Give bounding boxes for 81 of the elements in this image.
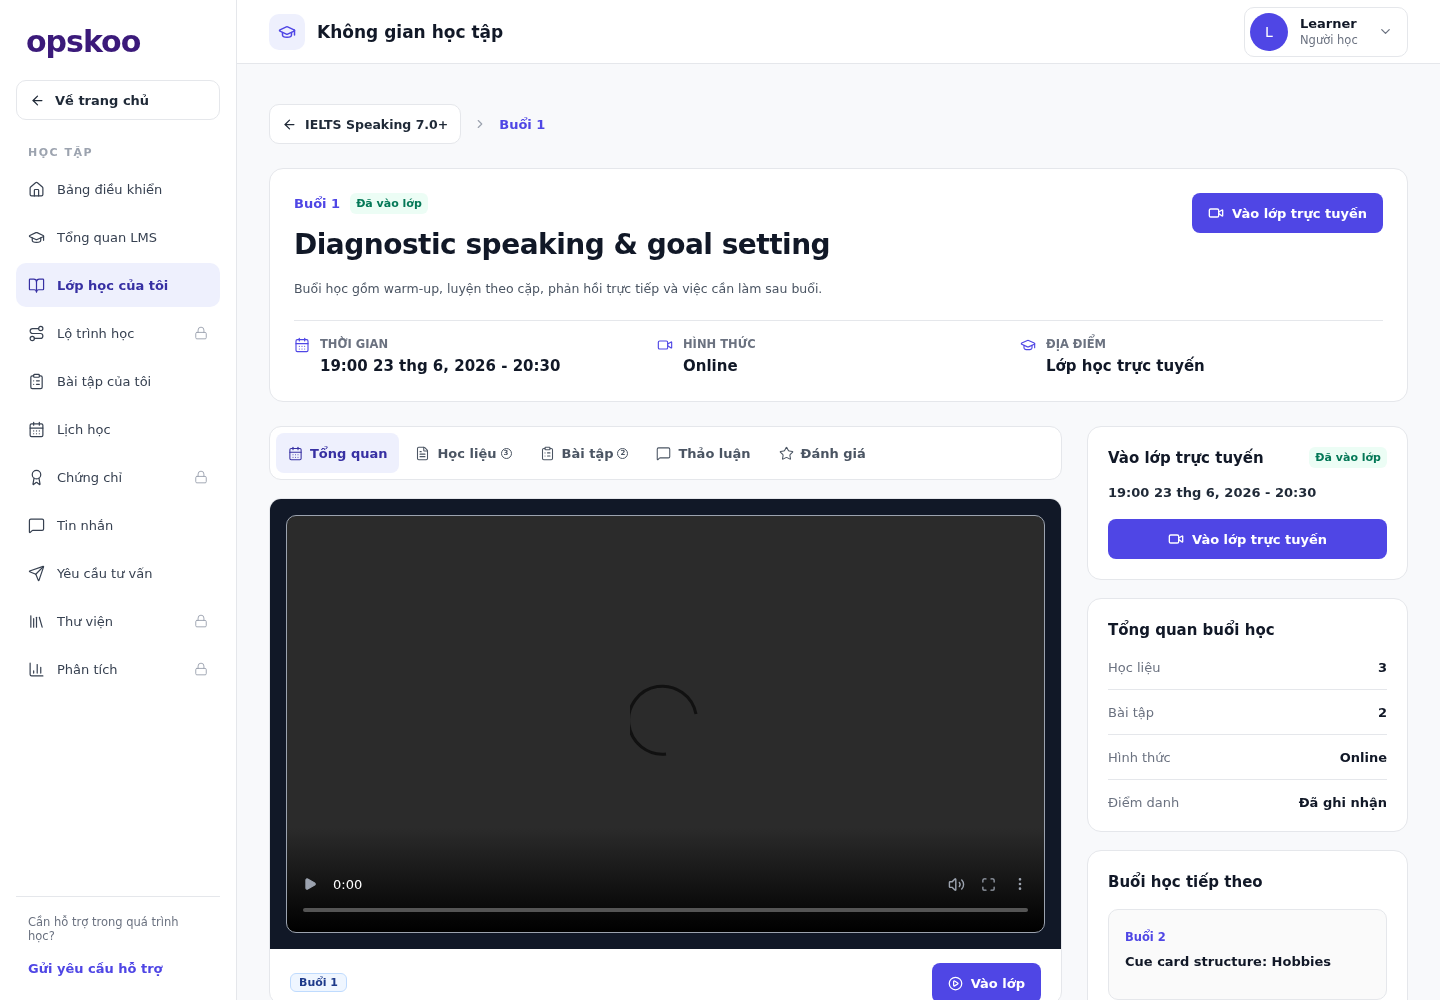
next-session-item[interactable]: Buổi 2 Cue card structure: Hobbies xyxy=(1108,909,1387,1000)
card-title: Buổi học tiếp theo xyxy=(1108,873,1264,891)
join-online-button[interactable]: Vào lớp trực tuyến xyxy=(1108,519,1387,559)
support-link[interactable]: Gửi yêu cầu hỗ trợ xyxy=(28,961,208,976)
meta-value: Online xyxy=(683,357,739,375)
video-time: 0:00 xyxy=(333,876,364,892)
bar-chart-icon xyxy=(28,660,45,678)
avatar: L xyxy=(1250,12,1288,51)
tab[interactable]: Tổng quan xyxy=(276,433,400,473)
row-value: 3 xyxy=(1377,659,1387,675)
section-title: HỌC TẬP xyxy=(28,146,95,159)
sidebar-item[interactable]: Thư viện xyxy=(16,599,220,643)
sidebar-item[interactable]: Bảng điều khiển xyxy=(16,167,220,211)
sidebar-item[interactable]: Chứng chỉ xyxy=(16,455,220,499)
row-label: Bài tập xyxy=(1108,704,1154,720)
video-icon xyxy=(657,337,673,353)
tab[interactable]: Thảo luận xyxy=(644,433,763,473)
document-icon xyxy=(415,445,431,461)
user-role: Người học xyxy=(1300,33,1358,47)
session-description: Buổi học gồm warm-up, luyện theo cặp, phản hồi trực tiếp và việc cần làm sau buổi. xyxy=(294,281,824,296)
home-icon xyxy=(28,180,45,198)
breadcrumb-current: Buổi 1 xyxy=(499,116,546,132)
page-title: Không gian học tập xyxy=(317,21,505,42)
status-badge: Đã vào lớp xyxy=(1309,447,1387,468)
play-circle-icon xyxy=(947,975,963,991)
session-badge: Buổi 1 xyxy=(290,973,348,992)
book-icon xyxy=(28,276,45,294)
meta-value: 19:00 23 thg 6, 2026 - 20:30 xyxy=(320,357,561,375)
route-icon xyxy=(28,324,45,342)
meta-value: Lớp học trực tuyến xyxy=(1046,357,1205,375)
clipboard-icon xyxy=(28,372,45,390)
sidebar-item[interactable]: Lịch học xyxy=(16,407,220,451)
row-label: Hình thức xyxy=(1108,749,1171,765)
join-button[interactable]: Vào lớp xyxy=(931,963,1041,1000)
progress-track[interactable] xyxy=(303,908,1028,912)
row-label: Điểm danh xyxy=(1108,795,1180,810)
row-label: Học liệu xyxy=(1108,659,1161,675)
session-title: Cue card structure: Hobbies xyxy=(1125,954,1333,969)
message-icon xyxy=(28,516,45,534)
row-value: Đã ghi nhận xyxy=(1298,795,1387,810)
play-icon[interactable] xyxy=(303,877,317,891)
sidebar-item[interactable]: Tổng quan LMS xyxy=(16,215,220,259)
row-value: Online xyxy=(1339,749,1387,765)
session-time: 19:00 23 thg 6, 2026 - 20:30 xyxy=(1108,485,1317,500)
sidebar-item[interactable]: Tin nhắn xyxy=(16,503,220,547)
card-title: Vào lớp trực tuyến xyxy=(1108,448,1264,467)
library-icon xyxy=(28,612,45,630)
calendar-icon xyxy=(28,420,45,438)
sidebar-item[interactable]: Lộ trình học xyxy=(16,311,220,355)
tab[interactable]: Đánh giá xyxy=(766,433,878,473)
video-icon xyxy=(1208,205,1225,221)
session-number: Buổi 1 xyxy=(294,196,341,211)
send-icon xyxy=(28,564,45,582)
meta-label: HÌNH THỨC xyxy=(683,337,756,351)
help-text: Cần hỗ trợ trong quá trình học? xyxy=(28,915,180,943)
graduation-cap-icon xyxy=(1020,337,1036,353)
calendar-icon xyxy=(288,445,303,461)
row-value: 2 xyxy=(1377,704,1387,720)
user-menu[interactable]: L Learner Người học xyxy=(1244,6,1408,57)
sidebar-item[interactable]: Bài tập của tôi xyxy=(16,359,220,403)
message-icon xyxy=(656,445,672,461)
card-title: Tổng quan buổi học xyxy=(1108,621,1276,639)
status-badge: Đã vào lớp xyxy=(350,193,428,214)
video-icon xyxy=(1168,531,1185,547)
home-link[interactable]: Về trang chủ xyxy=(16,80,220,120)
join-online-button[interactable]: Vào lớp trực tuyến xyxy=(1192,193,1383,233)
sidebar-item[interactable]: Yêu cầu tư vấn xyxy=(16,551,220,595)
clipboard-icon xyxy=(539,445,555,461)
session-number: Buổi 2 xyxy=(1125,930,1167,944)
meta-label: THỜI GIAN xyxy=(320,337,390,351)
course-breadcrumb[interactable]: IELTS Speaking 7.0+ xyxy=(269,104,462,144)
sidebar-item[interactable]: Phân tích xyxy=(16,647,220,691)
fullscreen-icon[interactable] xyxy=(981,876,996,892)
user-name: Learner xyxy=(1300,16,1357,31)
volume-icon[interactable] xyxy=(948,875,965,893)
graduation-cap-icon xyxy=(269,13,305,50)
logo: opskoo xyxy=(25,24,142,61)
session-title: Diagnostic speaking & goal setting xyxy=(294,228,831,261)
calendar-icon xyxy=(294,337,310,353)
sidebar-item[interactable]: Lớp học của tôi xyxy=(16,263,220,307)
star-icon xyxy=(778,445,794,461)
